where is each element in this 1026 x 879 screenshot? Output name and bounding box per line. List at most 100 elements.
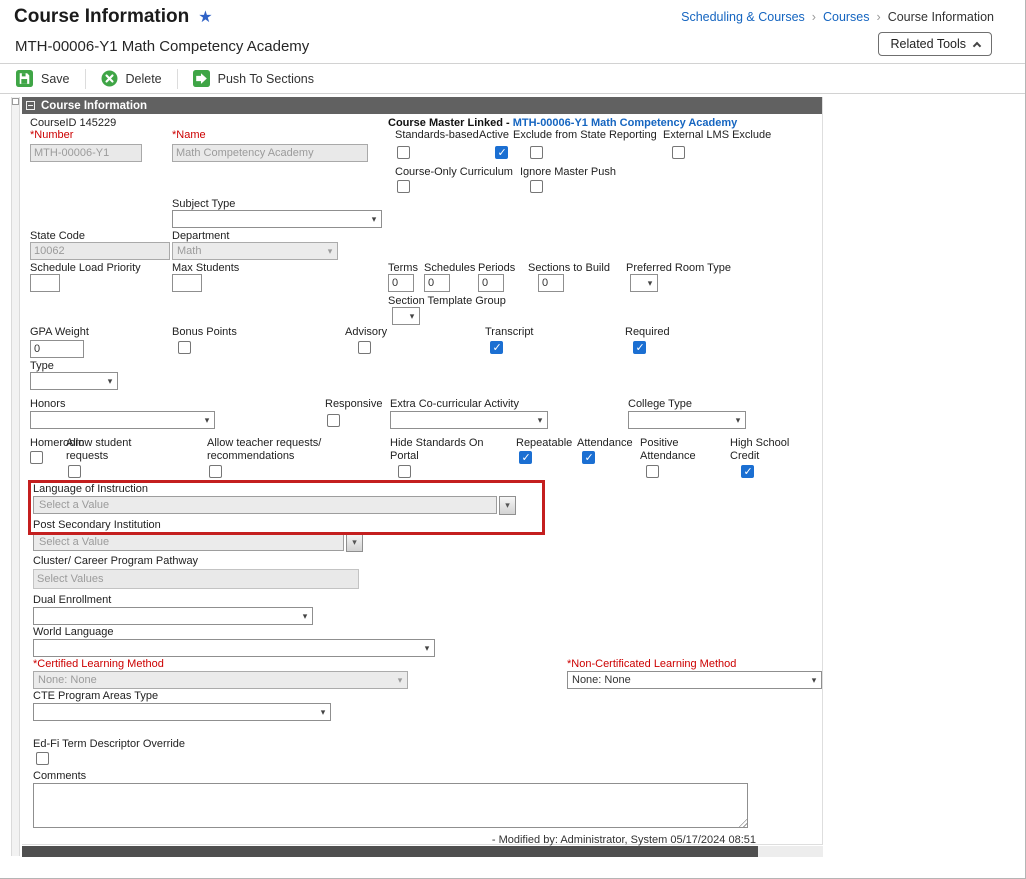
edfi-term-descriptor-override-checkbox[interactable] <box>36 752 49 765</box>
name-input[interactable] <box>172 144 368 162</box>
number-input[interactable] <box>30 144 142 162</box>
splitter-handle[interactable] <box>12 98 19 105</box>
cluster-pathway-input[interactable] <box>33 569 359 589</box>
preferred-room-type-select[interactable] <box>630 274 658 292</box>
type-label: Type <box>30 360 54 372</box>
toolbar-divider <box>176 68 178 89</box>
language-of-instruction-dropdown-button[interactable] <box>499 496 516 515</box>
sections-to-build-label: Sections to Build <box>528 262 610 274</box>
positive-attendance-checkbox[interactable] <box>646 465 659 478</box>
advisory-checkbox[interactable] <box>358 341 371 354</box>
push-to-sections-button[interactable]: Push To Sections <box>189 70 318 87</box>
language-of-instruction-combo[interactable]: Select a Value <box>33 496 516 515</box>
non-certificated-learning-method-label: *Non-Certificated Learning Method <box>567 658 737 670</box>
department-select[interactable]: Math <box>172 242 338 260</box>
responsive-checkbox[interactable] <box>327 414 340 427</box>
non-certificated-learning-method-select[interactable]: None: None <box>567 671 822 689</box>
responsive-label: Responsive <box>325 398 383 410</box>
favorite-star-icon[interactable] <box>198 6 212 28</box>
high-school-credit-checkbox[interactable] <box>741 465 754 478</box>
horizontal-scrollbar-thumb[interactable] <box>22 846 758 857</box>
horizontal-scrollbar-track[interactable] <box>22 846 823 857</box>
department-label: Department <box>172 230 230 242</box>
breadcrumb-separator: › <box>811 10 816 24</box>
chevron-down-icon <box>316 704 330 720</box>
course-master-link[interactable]: MTH-00006-Y1 Math Competency Academy <box>513 117 738 129</box>
gpa-weight-input[interactable] <box>30 340 84 358</box>
course-information-panel: Course Information CourseID 145229 Cours… <box>22 97 823 846</box>
related-tools-button[interactable]: Related Tools <box>878 32 992 56</box>
chevron-down-icon <box>643 275 657 291</box>
cte-program-areas-select[interactable] <box>33 703 331 721</box>
schedules-input[interactable] <box>424 274 450 292</box>
chevron-down-icon <box>731 412 745 428</box>
delete-label: Delete <box>125 71 162 86</box>
periods-input[interactable] <box>478 274 504 292</box>
type-select[interactable] <box>30 372 118 390</box>
allow-student-requests-checkbox[interactable] <box>68 465 81 478</box>
world-language-select[interactable] <box>33 639 435 657</box>
allow-teacher-requests-checkbox[interactable] <box>209 465 222 478</box>
breadcrumb-courses[interactable]: Courses <box>823 10 870 24</box>
name-label: *Name <box>172 129 206 141</box>
post-secondary-institution-value[interactable]: Select a Value <box>33 533 344 551</box>
chevron-down-icon <box>405 308 419 324</box>
transcript-checkbox[interactable] <box>490 341 503 354</box>
honors-label: Honors <box>30 398 66 410</box>
modified-note: - Modified by: Administrator, System 05/… <box>491 834 756 846</box>
honors-select[interactable] <box>30 411 215 429</box>
hide-standards-on-portal-checkbox[interactable] <box>398 465 411 478</box>
push-to-sections-label: Push To Sections <box>217 71 314 86</box>
subject-type-select[interactable] <box>172 210 382 228</box>
post-secondary-institution-combo[interactable]: Select a Value <box>33 533 363 552</box>
bonus-points-checkbox[interactable] <box>178 341 191 354</box>
exclude-state-reporting-label: Exclude from State Reporting <box>513 129 657 141</box>
comments-textarea[interactable] <box>33 783 748 828</box>
course-id-label: CourseID 145229 <box>30 117 117 129</box>
section-template-group-select[interactable] <box>392 307 420 325</box>
schedule-load-priority-input[interactable] <box>30 274 60 292</box>
collapse-icon[interactable] <box>26 101 35 110</box>
page-title-text: Course Information <box>14 6 190 27</box>
required-checkbox[interactable] <box>633 341 646 354</box>
terms-input[interactable] <box>388 274 414 292</box>
college-type-select[interactable] <box>628 411 746 429</box>
max-students-input[interactable] <box>172 274 202 292</box>
save-button[interactable]: Save <box>12 70 74 87</box>
exclude-state-reporting-checkbox[interactable] <box>530 146 543 159</box>
high-school-credit-label: High School Credit <box>730 437 790 462</box>
save-label: Save <box>41 71 70 86</box>
state-code-input[interactable] <box>30 242 170 260</box>
extra-cocurricular-select[interactable] <box>390 411 548 429</box>
certified-learning-method-value: None: None <box>38 674 97 686</box>
standards-based-checkbox[interactable] <box>397 146 410 159</box>
standards-based-label: Standards-based <box>395 129 479 141</box>
homeroom-checkbox[interactable] <box>30 451 43 464</box>
non-certificated-learning-method-value: None: None <box>572 674 631 686</box>
max-students-label: Max Students <box>172 262 240 274</box>
chevron-down-icon <box>533 412 547 428</box>
ignore-master-push-checkbox[interactable] <box>530 180 543 193</box>
course-only-curriculum-checkbox[interactable] <box>397 180 410 193</box>
active-label: Active <box>479 129 509 141</box>
external-lms-exclude-checkbox[interactable] <box>672 146 685 159</box>
sections-to-build-input[interactable] <box>538 274 564 292</box>
edfi-term-descriptor-override-label: Ed-Fi Term Descriptor Override <box>33 738 185 750</box>
periods-label: Periods <box>478 262 516 274</box>
attendance-checkbox[interactable] <box>582 451 595 464</box>
chevron-down-icon <box>298 608 312 624</box>
repeatable-checkbox[interactable] <box>519 451 532 464</box>
breadcrumb-current: Course Information <box>887 10 994 24</box>
dual-enrollment-select[interactable] <box>33 607 313 625</box>
breadcrumb-scheduling-courses[interactable]: Scheduling & Courses <box>681 10 805 24</box>
post-secondary-institution-dropdown-button[interactable] <box>346 533 363 552</box>
ignore-master-push-label: Ignore Master Push <box>520 166 616 178</box>
preferred-room-type-label: Preferred Room Type <box>626 262 731 274</box>
certified-learning-method-select[interactable]: None: None <box>33 671 408 689</box>
delete-button[interactable]: Delete <box>97 70 166 87</box>
subject-type-label: Subject Type <box>172 198 236 210</box>
attendance-label: Attendance <box>577 437 633 449</box>
transcript-label: Transcript <box>485 326 534 338</box>
active-checkbox[interactable] <box>495 146 508 159</box>
language-of-instruction-value[interactable]: Select a Value <box>33 496 497 514</box>
